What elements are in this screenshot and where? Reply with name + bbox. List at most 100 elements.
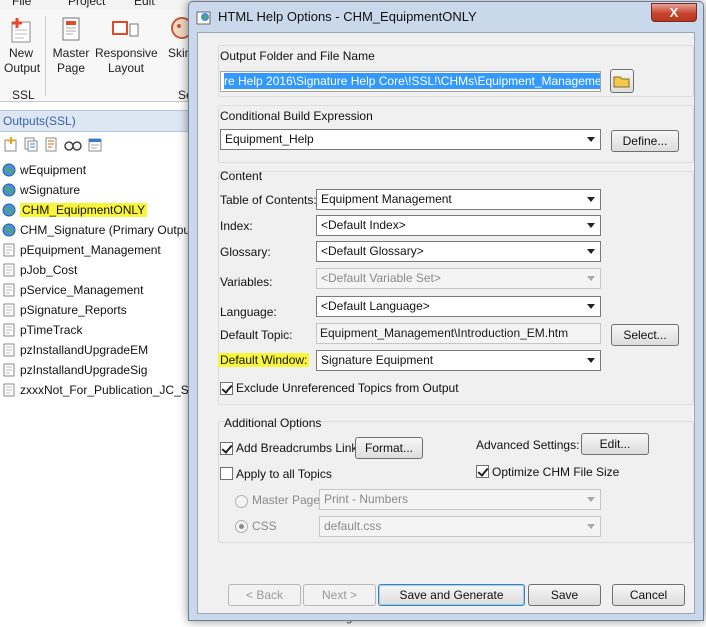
default-window-select[interactable]: Signature Equipment: [316, 350, 601, 371]
exclude-unreferenced-label: Exclude Unreferenced Topics from Output: [236, 381, 459, 395]
breadcrumbs-checkbox[interactable]: [220, 442, 233, 455]
optimize-chm-checkbox[interactable]: [476, 465, 489, 478]
output-item[interactable]: wEquipment: [0, 160, 200, 180]
add-output-icon[interactable]: [4, 137, 18, 152]
language-select[interactable]: <Default Language>: [316, 296, 601, 317]
master-page-select: Print - Numbers: [319, 489, 601, 510]
outputs-panel-header: Outputs(SSL): [0, 110, 200, 132]
outputs-panel-title: Outputs(SSL): [3, 114, 76, 128]
output-item-selected[interactable]: CHM_EquipmentONLY: [0, 200, 200, 220]
output-item[interactable]: pService_Management: [0, 280, 200, 300]
document-icon[interactable]: [44, 137, 58, 152]
glossary-label: Glossary:: [220, 245, 271, 259]
index-select[interactable]: <Default Index>: [316, 215, 601, 236]
new-output-button[interactable]: New Output: [0, 16, 42, 76]
outputs-toolbar: [0, 134, 200, 156]
pdf-output-icon: [2, 243, 16, 257]
output-item[interactable]: pTimeTrack: [0, 320, 200, 340]
close-button[interactable]: X: [651, 3, 697, 22]
default-window-label: Default Window:: [218, 353, 310, 367]
menu-bar: File Project Edit: [0, 0, 200, 10]
pdf-output-icon: [2, 323, 16, 337]
apply-all-topics-checkbox[interactable]: [220, 467, 233, 480]
new-output-label: New Output: [4, 46, 41, 75]
master-page-radio: [235, 495, 248, 508]
pdf-output-icon: [2, 303, 16, 317]
format-button[interactable]: Format...: [355, 437, 423, 459]
output-item[interactable]: pEquipment_Management: [0, 240, 200, 260]
html-help-options-dialog: HTML Help Options - CHM_EquipmentONLY X …: [188, 1, 704, 621]
additional-options-label: Additional Options: [224, 416, 322, 430]
save-and-generate-button[interactable]: Save and Generate: [378, 584, 525, 606]
variables-select: <Default Variable Set>: [316, 268, 601, 289]
breadcrumbs-label: Add Breadcrumbs Links: [236, 441, 364, 455]
pdf-output-icon: [2, 343, 16, 357]
save-button[interactable]: Save: [528, 584, 601, 606]
exclude-unreferenced-checkbox[interactable]: [220, 382, 233, 395]
new-output-icon: [6, 16, 36, 44]
cancel-button[interactable]: Cancel: [612, 584, 685, 606]
web-output-icon: [2, 163, 16, 177]
master-page-button[interactable]: Master Page: [48, 16, 94, 76]
master-page-icon: [56, 16, 86, 44]
menu-file[interactable]: File: [12, 0, 31, 8]
toc-select[interactable]: Equipment Management: [316, 189, 601, 210]
output-item[interactable]: CHM_Signature (Primary Output): [0, 220, 200, 240]
ribbon-separator: [45, 16, 46, 96]
back-button: < Back: [228, 584, 301, 606]
index-label: Index:: [220, 219, 253, 233]
css-option-label: CSS: [252, 519, 277, 533]
optimize-chm-label: Optimize CHM File Size: [492, 465, 620, 479]
output-item[interactable]: zxxxNot_For_Publication_JC_SM_T: [0, 380, 213, 400]
language-label: Language:: [220, 305, 277, 319]
ribbon: New Output Master Page Responsive Layout: [0, 10, 200, 102]
responsive-layout-icon: [111, 16, 141, 44]
output-item[interactable]: pzInstallandUpgradeSig: [0, 360, 200, 380]
chm-output-icon: [2, 203, 16, 217]
toc-label: Table of Contents:: [220, 193, 317, 207]
css-radio: [235, 520, 248, 533]
properties-icon[interactable]: [88, 137, 102, 152]
css-select: default.css: [319, 516, 601, 537]
ribbon-group-ssl: SSL: [12, 88, 35, 102]
default-topic-field: Equipment_Management\Introduction_EM.htm: [316, 323, 601, 344]
next-button: Next >: [303, 584, 376, 606]
dialog-client-area: Output Folder and File Name re Help 2016…: [197, 32, 695, 614]
dialog-title: HTML Help Options - CHM_EquipmentONLY: [218, 9, 477, 24]
output-item[interactable]: pzInstallandUpgradeEM: [0, 340, 200, 360]
conditional-select[interactable]: Equipment_Help: [220, 129, 601, 150]
output-path-input[interactable]: re Help 2016\Signature Help Core\!SSL!\C…: [220, 71, 601, 92]
define-button[interactable]: Define...: [611, 130, 679, 152]
outputs-list: wEquipment wSignature CHM_EquipmentONLY …: [0, 160, 213, 400]
advanced-settings-label: Advanced Settings:: [476, 438, 580, 452]
chm-output-icon: [2, 223, 16, 237]
web-output-icon: [2, 183, 16, 197]
output-item[interactable]: pSignature_Reports: [0, 300, 200, 320]
browse-folder-button[interactable]: [610, 69, 634, 93]
default-topic-label: Default Topic:: [220, 328, 293, 342]
folder-icon: [613, 76, 630, 88]
find-icon[interactable]: [64, 137, 82, 152]
menu-edit[interactable]: Edit: [134, 0, 155, 8]
master-page-option-label: Master Page: [252, 493, 321, 507]
pdf-output-icon: [2, 263, 16, 277]
dialog-titlebar[interactable]: HTML Help Options - CHM_EquipmentONLY X: [189, 2, 703, 32]
output-folder-label: Output Folder and File Name: [220, 49, 375, 63]
pdf-output-icon: [2, 363, 16, 377]
apply-all-topics-label: Apply to all Topics: [236, 467, 332, 481]
content-label: Content: [220, 169, 263, 183]
responsive-layout-label: Responsive Layout: [95, 46, 158, 75]
pdf-output-icon: [2, 283, 16, 297]
output-item[interactable]: pJob_Cost: [0, 260, 200, 280]
copy-output-icon[interactable]: [24, 137, 38, 152]
glossary-select[interactable]: <Default Glossary>: [316, 241, 601, 262]
edit-advanced-button[interactable]: Edit...: [581, 433, 649, 455]
variables-label: Variables:: [220, 275, 273, 289]
responsive-layout-button[interactable]: Responsive Layout: [94, 16, 158, 76]
dialog-app-icon: [196, 9, 213, 26]
pdf-output-icon: [2, 383, 16, 397]
output-item[interactable]: wSignature: [0, 180, 200, 200]
select-topic-button[interactable]: Select...: [611, 324, 679, 346]
master-page-label: Master Page: [52, 46, 90, 75]
menu-project[interactable]: Project: [68, 0, 105, 8]
